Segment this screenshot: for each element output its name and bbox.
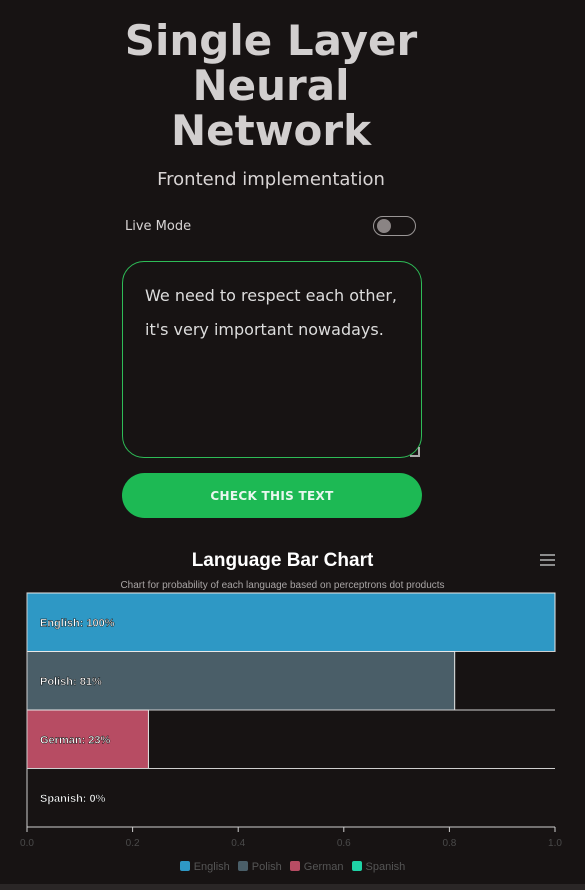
legend-label: English: [193, 861, 230, 873]
legend-label: Spanish: [365, 861, 406, 873]
live-mode-label: Live Mode: [125, 219, 192, 234]
data-label-spanish: Spanish: 0%: [40, 793, 106, 805]
x-tick-label: 0.0: [20, 838, 34, 849]
toggle-knob: [377, 219, 391, 233]
legend-swatch: [351, 861, 362, 871]
legend-item-spanish[interactable]: Spanish: [351, 861, 406, 873]
legend-label: Polish: [251, 861, 282, 873]
x-tick-label: 0.2: [126, 838, 140, 849]
data-label-german: German: 23%: [40, 734, 111, 746]
bar-chart: English: 100% Polish: 81% German: 23% Spani…: [20, 592, 562, 849]
legend-item-english[interactable]: English: [179, 861, 230, 873]
x-tick-label: 0.8: [442, 838, 456, 849]
chart-menu-icon[interactable]: [540, 554, 555, 566]
legend-swatch: [237, 861, 248, 871]
live-mode-toggle[interactable]: [373, 216, 416, 236]
page-subtitle: Frontend implementation: [157, 169, 385, 190]
resize-handle-icon[interactable]: [410, 447, 420, 457]
x-tick-label: 0.4: [231, 838, 245, 849]
check-text-button[interactable]: CHECK THIS TEXT: [122, 473, 422, 518]
chart-legend: English Polish German Spanish: [0, 861, 585, 873]
legend-swatch: [179, 861, 190, 871]
chart-title: Language Bar Chart: [191, 550, 374, 571]
page-title: Single Layer Neural Network: [124, 16, 418, 155]
data-label-english: English: 100%: [40, 617, 115, 629]
legend-item-polish[interactable]: Polish: [237, 861, 282, 873]
legend-item-german[interactable]: German: [289, 861, 344, 873]
legend-swatch: [289, 861, 300, 871]
text-input[interactable]: [122, 261, 422, 458]
data-label-polish: Polish: 81%: [40, 676, 102, 688]
legend-label: German: [303, 861, 344, 873]
bottom-bar: [0, 884, 585, 890]
x-tick-label: 1.0: [548, 838, 562, 849]
x-tick-label: 0.6: [337, 838, 351, 849]
